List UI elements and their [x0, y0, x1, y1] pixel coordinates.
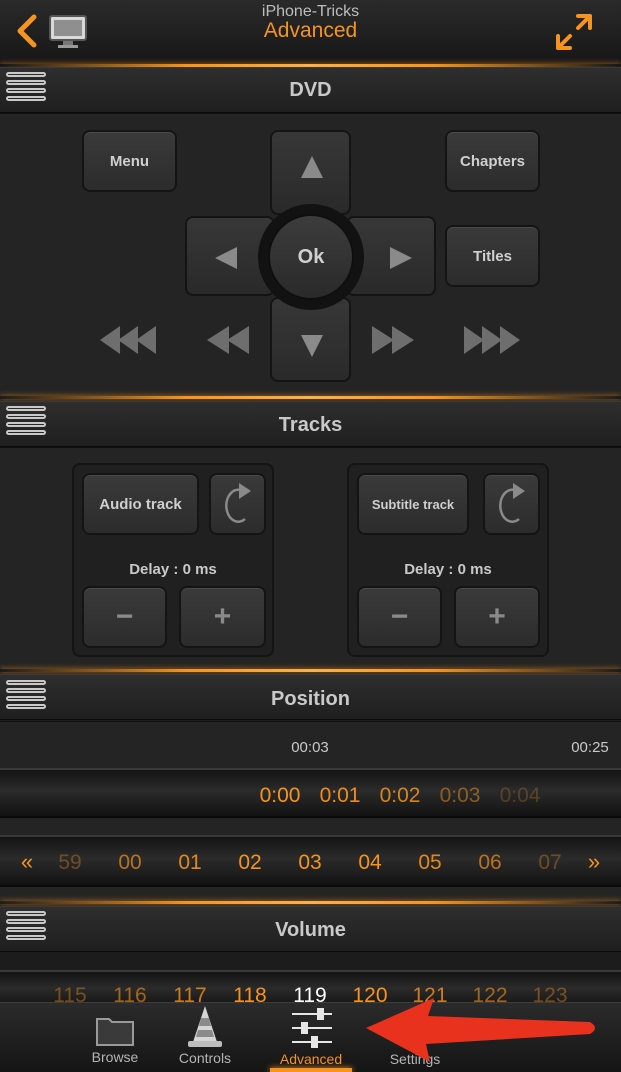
sliders-icon[interactable]	[290, 1008, 334, 1048]
folder-icon[interactable]	[95, 1013, 135, 1047]
frame-value: 01	[178, 851, 202, 874]
seconds-scroller[interactable]: 0:00 0:01 0:02 0:03 0:04	[0, 768, 621, 818]
ok-ring: Ok	[258, 204, 364, 310]
divider	[0, 669, 621, 672]
cycle-icon	[498, 483, 525, 523]
current-time: 00:03	[291, 739, 329, 756]
frames-scroller[interactable]: « 59 00 01 02 03 04 05 06 07 »	[0, 835, 621, 887]
fullscreen-icon[interactable]	[554, 12, 594, 52]
page-title: Advanced	[263, 19, 358, 42]
frames-next-icon[interactable]: »	[564, 849, 621, 875]
divider	[0, 901, 621, 904]
subtitle-cycle-button[interactable]	[483, 473, 540, 535]
fast-forward-icon[interactable]	[368, 322, 416, 358]
chapters-button[interactable]: Chapters	[445, 130, 540, 192]
tab-browse[interactable]: Browse	[65, 1049, 165, 1065]
skip-back-fast-icon[interactable]	[98, 322, 162, 358]
titles-button[interactable]: Titles	[445, 225, 540, 287]
seconds-value: 0:03	[439, 784, 481, 807]
audio-delay-label: Delay : 0 ms	[129, 561, 217, 578]
frame-value: 06	[478, 851, 502, 874]
divider	[0, 396, 621, 399]
tracks-section-title: Tracks	[278, 414, 343, 436]
audio-cycle-button[interactable]	[209, 473, 266, 535]
seconds-value: 0:02	[379, 784, 421, 807]
frame-value: 04	[358, 851, 382, 874]
seconds-value: 0:00	[259, 784, 301, 807]
active-tab-indicator	[270, 1068, 352, 1072]
dpad-up[interactable]	[270, 130, 351, 215]
subtitle-delay-minus-button[interactable]: −	[357, 586, 442, 648]
arrow-down-icon	[301, 335, 323, 357]
frame-value: 05	[418, 851, 442, 874]
annotation-arrow-icon	[360, 992, 600, 1072]
frame-value: 59	[58, 851, 82, 874]
tab-controls[interactable]: Controls	[155, 1050, 255, 1066]
seconds-value: 0:04	[499, 784, 541, 807]
skip-forward-fast-icon[interactable]	[460, 322, 524, 358]
rewind-icon[interactable]	[205, 322, 253, 358]
tab-advanced[interactable]: Advanced	[261, 1051, 361, 1067]
frame-value: 02	[238, 851, 262, 874]
frame-value: 00	[118, 851, 142, 874]
subtitle-delay-label: Delay : 0 ms	[404, 561, 492, 578]
vlc-cone-icon[interactable]	[184, 1004, 226, 1050]
position-section-title: Position	[271, 688, 350, 710]
menu-button[interactable]: Menu	[82, 130, 177, 192]
audio-track-button[interactable]: Audio track	[82, 473, 199, 535]
audio-delay-minus-button[interactable]: −	[82, 586, 167, 648]
cycle-icon	[224, 483, 251, 523]
subtitle-delay-plus-button[interactable]: +	[454, 586, 540, 648]
volume-section-title: Volume	[275, 919, 346, 941]
ok-button[interactable]: Ok	[268, 214, 354, 300]
total-time: 00:25	[571, 739, 609, 756]
seconds-value: 0:01	[319, 784, 361, 807]
frame-value: 03	[298, 851, 322, 874]
audio-delay-plus-button[interactable]: +	[179, 586, 266, 648]
dvd-section-title: DVD	[289, 79, 332, 101]
subtitle-track-button[interactable]: Subtitle track	[357, 473, 469, 535]
